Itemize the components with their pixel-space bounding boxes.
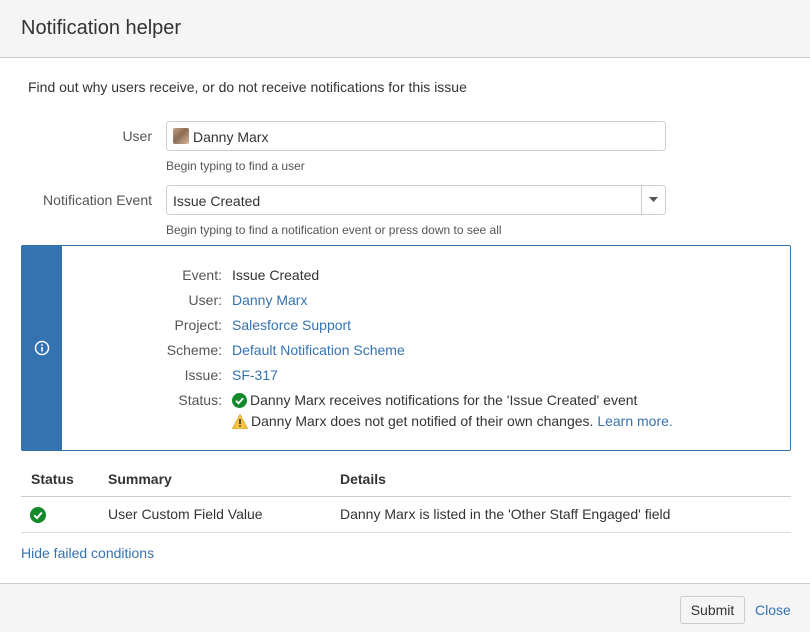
learn-more-period: . xyxy=(668,413,673,429)
status-text: Danny Marx receives notifications for th… xyxy=(250,392,638,408)
notification-event-label: Notification Event xyxy=(43,192,152,208)
table-row-divider xyxy=(21,532,791,533)
info-key: Project: xyxy=(174,317,222,333)
scheme-link[interactable]: Default Notification Scheme xyxy=(232,342,405,358)
column-header-status: Status xyxy=(31,471,74,487)
row-details: Danny Marx is listed in the 'Other Staff… xyxy=(340,506,671,522)
info-message-box: Event: Issue Created User: Danny Marx Pr… xyxy=(21,245,791,451)
info-key: User: xyxy=(188,292,222,308)
check-circle-icon xyxy=(30,507,46,523)
dialog-header: Notification helper xyxy=(0,0,810,58)
notification-event-help-text: Begin typing to find a notification even… xyxy=(166,223,502,237)
info-row-event: Event: Issue Created xyxy=(62,267,782,287)
user-label: User xyxy=(122,128,152,144)
project-link[interactable]: Salesforce Support xyxy=(232,317,351,333)
warning-icon xyxy=(232,414,248,429)
hide-failed-conditions-link[interactable]: Hide failed conditions xyxy=(21,545,154,561)
event-value: Issue Created xyxy=(232,267,320,283)
notification-event-select[interactable]: Issue Created xyxy=(166,185,666,215)
info-icon xyxy=(34,340,50,356)
info-row-issue: Issue: SF-317 xyxy=(62,367,782,387)
info-row-scheme: Scheme: Default Notification Scheme xyxy=(62,342,782,362)
info-row-status: Status: Danny Marx receives notification… xyxy=(62,392,782,412)
notification-event-value: Issue Created xyxy=(173,193,261,209)
column-header-details: Details xyxy=(340,471,386,487)
info-row-warning: Danny Marx does not get notified of thei… xyxy=(62,413,782,433)
dropdown-toggle-button[interactable] xyxy=(641,186,665,214)
warning-text: Danny Marx does not get notified of thei… xyxy=(251,413,594,429)
check-circle-icon xyxy=(232,393,247,408)
submit-button[interactable]: Submit xyxy=(680,596,745,624)
column-header-summary: Summary xyxy=(108,471,172,487)
info-key: Status: xyxy=(178,392,222,408)
chevron-down-icon xyxy=(649,197,658,202)
info-key: Issue: xyxy=(184,367,222,383)
info-message-bar xyxy=(22,246,62,450)
dialog-footer: Submit Close xyxy=(0,583,810,632)
table-header-divider xyxy=(21,496,791,497)
info-key: Scheme: xyxy=(166,342,222,358)
status-value: Danny Marx receives notifications for th… xyxy=(232,392,637,408)
user-avatar xyxy=(173,128,189,144)
user-value: Danny Marx xyxy=(193,129,269,145)
row-summary: User Custom Field Value xyxy=(108,506,263,522)
user-help-text: Begin typing to find a user xyxy=(166,159,305,173)
close-link[interactable]: Close xyxy=(755,602,791,618)
dialog-title: Notification helper xyxy=(21,17,182,39)
info-key: Event: xyxy=(182,267,222,283)
issue-link[interactable]: SF-317 xyxy=(232,367,278,383)
user-picker-input[interactable]: Danny Marx xyxy=(166,121,666,151)
learn-more-link[interactable]: Learn more xyxy=(597,413,669,429)
user-link[interactable]: Danny Marx xyxy=(232,292,307,308)
warning-value: Danny Marx does not get notified of thei… xyxy=(232,413,673,429)
intro-text: Find out why users receive, or do not re… xyxy=(28,79,467,95)
info-row-user: User: Danny Marx xyxy=(62,292,782,312)
info-row-project: Project: Salesforce Support xyxy=(62,317,782,337)
